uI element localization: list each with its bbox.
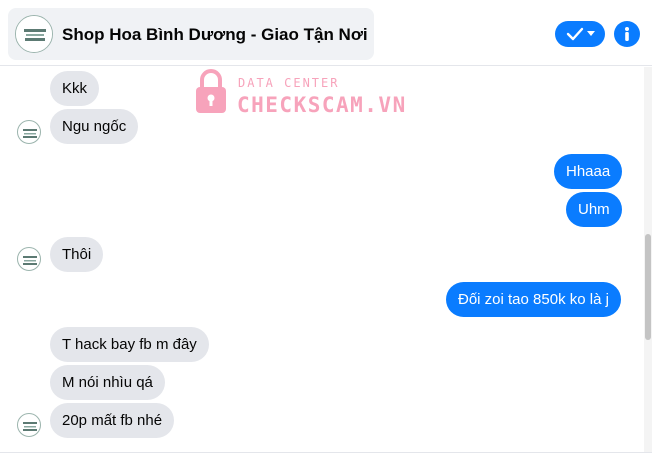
lock-icon — [196, 69, 226, 113]
message-bubble[interactable]: Đối zoi tao 850k ko là j — [446, 282, 621, 317]
watermark-title: CHECKSCAM.VN — [237, 93, 407, 117]
message-bubble[interactable]: 20p mất fb nhé — [50, 403, 175, 438]
shop-avatar[interactable] — [15, 15, 53, 53]
scrollbar-thumb[interactable] — [645, 234, 651, 340]
composer-edge — [0, 452, 652, 463]
contact-button[interactable]: Shop Hoa Bình Dương - Giao Tận Nơi — [8, 8, 374, 60]
watermark-subtitle: DATA CENTER — [238, 76, 340, 90]
message-bubble[interactable]: M nói nhìu qá — [50, 365, 165, 400]
flower-shop-logo-icon — [23, 129, 37, 138]
check-dropdown-button[interactable] — [555, 21, 605, 47]
message-bubble[interactable]: Hhaaa — [554, 154, 623, 189]
message-bubble[interactable]: Thôi — [50, 237, 104, 272]
scrollbar[interactable] — [644, 67, 652, 452]
sender-avatar[interactable] — [17, 120, 41, 144]
check-icon — [566, 27, 583, 41]
info-button[interactable] — [614, 21, 640, 47]
contact-name[interactable]: Shop Hoa Bình Dương - Giao Tận Nơi — [62, 25, 368, 45]
sender-avatar[interactable] — [17, 247, 41, 271]
sender-avatar[interactable] — [17, 413, 41, 437]
message-bubble[interactable]: T hack bay fb m đây — [50, 327, 209, 362]
message-thread[interactable]: Kkk Ngu ngốc Hhaaa Uhm Thôi Đối zoi tao … — [0, 67, 652, 452]
flower-shop-logo-icon — [23, 422, 37, 431]
message-bubble[interactable]: Ngu ngốc — [50, 109, 139, 144]
flower-shop-logo-icon — [16, 16, 52, 52]
info-icon — [625, 27, 629, 41]
chevron-down-icon — [586, 31, 595, 36]
watermark: DATA CENTER CHECKSCAM.VN — [193, 67, 423, 117]
message-bubble[interactable]: Uhm — [566, 192, 622, 227]
message-bubble[interactable]: Kkk — [50, 71, 100, 106]
conversation-header: Shop Hoa Bình Dương - Giao Tận Nơi — [0, 0, 652, 66]
flower-shop-logo-icon — [23, 256, 37, 265]
